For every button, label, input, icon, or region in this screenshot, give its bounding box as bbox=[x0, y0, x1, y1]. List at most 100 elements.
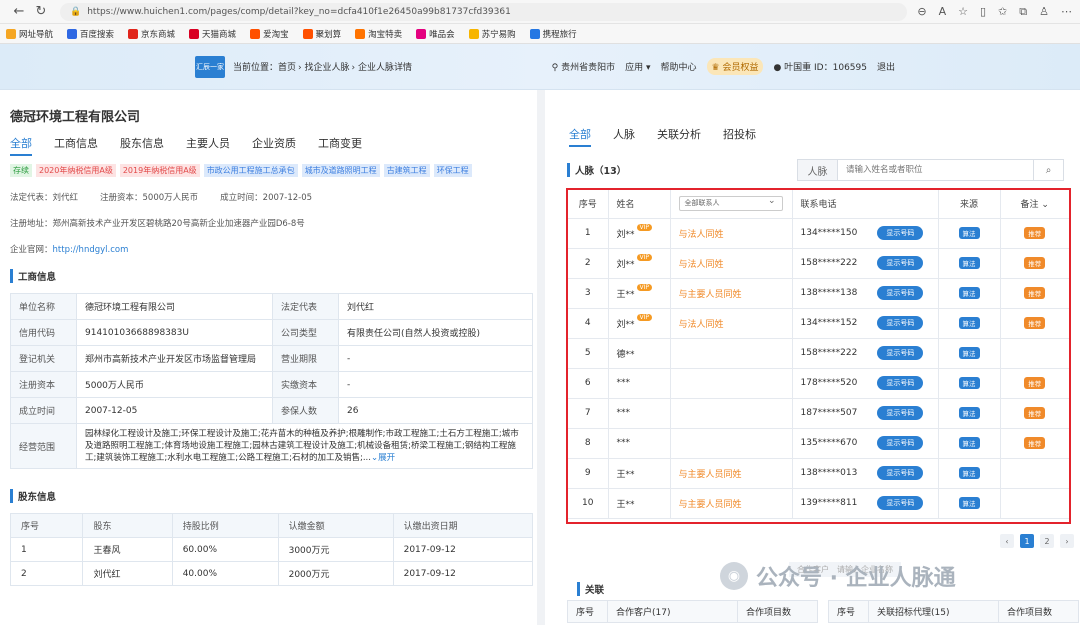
shareholder-cell: 1 bbox=[9, 537, 84, 562]
show-number-button[interactable]: 显示号码 bbox=[877, 346, 924, 360]
biz-label: 登记机关 bbox=[10, 345, 77, 372]
search-icon[interactable]: ⌕ bbox=[1033, 160, 1063, 180]
bookmark-item[interactable]: 百度搜索 bbox=[67, 28, 114, 40]
show-number-button[interactable]: 显示号码 bbox=[877, 226, 924, 240]
bookmark-item[interactable]: 淘宝特卖 bbox=[355, 28, 402, 40]
vip-benefits-button[interactable]: ♛ 会员权益 bbox=[706, 58, 764, 75]
back-icon[interactable]: ← bbox=[8, 4, 30, 19]
bookmark-item[interactable]: 唯品会 bbox=[416, 28, 455, 40]
profile-icon[interactable]: ♙ bbox=[1039, 5, 1049, 19]
page-button[interactable]: 1 bbox=[1020, 534, 1034, 548]
more-icon[interactable]: ⋯ bbox=[1061, 5, 1072, 19]
phone-number: 158*****222 bbox=[800, 258, 858, 268]
bookmark-item[interactable]: 爱淘宝 bbox=[250, 28, 289, 40]
col-remark[interactable]: 备注 ⌄ bbox=[1000, 190, 1069, 219]
recommend-badge[interactable]: 推荐 bbox=[1024, 227, 1046, 239]
bookmark-item[interactable]: 京东商城 bbox=[128, 28, 175, 40]
source-algorithm-badge[interactable]: 算法 bbox=[958, 467, 980, 479]
tab-company-3[interactable]: 主要人员 bbox=[186, 135, 230, 156]
address-bar[interactable]: 🔒 https://www.huichen1.com/pages/comp/de… bbox=[60, 2, 908, 21]
shareholder-cell: 60.00% bbox=[171, 537, 279, 562]
shareholder-cell: 3000万元 bbox=[277, 537, 394, 562]
tab-contacts-3[interactable]: 招投标 bbox=[723, 126, 756, 147]
show-number-button[interactable]: 显示号码 bbox=[877, 466, 924, 480]
recommend-badge[interactable]: 推荐 bbox=[1024, 257, 1046, 269]
tab-company-2[interactable]: 股东信息 bbox=[120, 135, 164, 156]
show-number-button[interactable]: 显示号码 bbox=[877, 406, 924, 420]
prev-page-icon[interactable]: ‹ bbox=[1000, 534, 1014, 548]
biz-value: 刘代红 bbox=[338, 293, 533, 320]
split-screen-icon[interactable]: ▯ bbox=[980, 5, 986, 19]
apps-menu[interactable]: 应用 ▾ bbox=[625, 60, 650, 73]
site-logo[interactable]: 汇辰一家 bbox=[195, 55, 225, 78]
shareholder-col-header: 持股比例 bbox=[171, 513, 279, 538]
row-no: 10 bbox=[568, 488, 609, 519]
source-algorithm-badge[interactable]: 算法 bbox=[958, 287, 980, 299]
show-number-button[interactable]: 显示号码 bbox=[877, 436, 924, 450]
phone-number: 138*****138 bbox=[800, 288, 858, 298]
bookmark-item[interactable]: 聚划算 bbox=[302, 28, 341, 40]
contacts-panel: 全部人脉关联分析招投标 人脉（13） 人脉 ⌕ 序号 姓名 全部联系人 联系电话… bbox=[553, 90, 1080, 625]
read-aloud-icon[interactable]: A bbox=[939, 5, 947, 19]
breadcrumb-item-detail[interactable]: 企业人脉详情 bbox=[358, 63, 412, 73]
phone-cell: 135*****670 显示号码 bbox=[792, 428, 939, 459]
recommend-badge[interactable]: 推荐 bbox=[1024, 287, 1046, 299]
tab-company-4[interactable]: 企业资质 bbox=[252, 135, 296, 156]
source-algorithm-badge[interactable]: 算法 bbox=[958, 377, 980, 389]
contacts-search-input[interactable] bbox=[838, 160, 1033, 180]
biz-info-title: 工商信息 bbox=[10, 269, 537, 283]
table-row: 10 王** 与主要人员同姓 139*****811 显示号码 算法 bbox=[568, 488, 1069, 519]
contact-filter-select[interactable]: 全部联系人 bbox=[678, 195, 783, 212]
bookmark-item[interactable]: 苏宁易购 bbox=[468, 28, 516, 40]
show-number-button[interactable]: 显示号码 bbox=[877, 316, 924, 330]
phone-number: 187*****507 bbox=[800, 408, 858, 418]
website-link[interactable]: http://hndgyl.com bbox=[53, 245, 129, 255]
zoom-icon[interactable]: ⊖ bbox=[917, 5, 926, 19]
col-no: 序号 bbox=[568, 190, 609, 219]
breadcrumb-item-find[interactable]: 找企业人脉 bbox=[304, 63, 349, 73]
col-name: 姓名 bbox=[608, 190, 671, 219]
recommend-badge[interactable]: 推荐 bbox=[1024, 437, 1046, 449]
expand-scope-link[interactable]: ⌄展开 bbox=[371, 453, 395, 463]
recommend-badge[interactable]: 推荐 bbox=[1024, 377, 1046, 389]
bookmark-item[interactable]: 网址导航 bbox=[6, 28, 53, 40]
tab-contacts-2[interactable]: 关联分析 bbox=[657, 126, 701, 147]
logout-link[interactable]: 退出 bbox=[877, 60, 895, 73]
next-page-icon[interactable]: › bbox=[1060, 534, 1074, 548]
shareholder-col-header: 序号 bbox=[9, 513, 84, 538]
source-algorithm-badge[interactable]: 算法 bbox=[958, 317, 980, 329]
show-number-button[interactable]: 显示号码 bbox=[877, 286, 924, 300]
tab-company-1[interactable]: 工商信息 bbox=[54, 135, 98, 156]
row-no: 7 bbox=[568, 398, 609, 429]
tab-contacts-1[interactable]: 人脉 bbox=[613, 126, 635, 147]
tab-company-0[interactable]: 全部 bbox=[10, 135, 32, 156]
recommend-badge[interactable]: 推荐 bbox=[1024, 407, 1046, 419]
site-header: 汇辰一家 当前位置：首页 › 找企业人脉 › 企业人脉详情 ⚲ 贵州省贵阳市 应用 … bbox=[0, 44, 1080, 90]
search-type-label[interactable]: 人脉 bbox=[798, 160, 838, 180]
source-algorithm-badge[interactable]: 算法 bbox=[958, 437, 980, 449]
tab-company-5[interactable]: 工商变更 bbox=[318, 135, 362, 156]
bookmark-item[interactable]: 天猫商城 bbox=[189, 28, 236, 40]
page-button[interactable]: 2 bbox=[1040, 534, 1054, 548]
favorite-star-icon[interactable]: ☆ bbox=[958, 5, 968, 19]
tab-contacts-0[interactable]: 全部 bbox=[569, 126, 591, 147]
user-info[interactable]: ● 叶国重 ID：106595 bbox=[773, 60, 867, 73]
favorites-icon[interactable]: ✩ bbox=[998, 5, 1007, 19]
show-number-button[interactable]: 显示号码 bbox=[877, 496, 924, 510]
bookmark-item[interactable]: 携程旅行 bbox=[529, 28, 577, 40]
show-number-button[interactable]: 显示号码 bbox=[877, 376, 924, 390]
source-cell: 算法 bbox=[938, 248, 1001, 279]
source-algorithm-badge[interactable]: 算法 bbox=[958, 227, 980, 239]
source-algorithm-badge[interactable]: 算法 bbox=[958, 407, 980, 419]
show-number-button[interactable]: 显示号码 bbox=[877, 256, 924, 270]
source-algorithm-badge[interactable]: 算法 bbox=[958, 257, 980, 269]
recommend-badge[interactable]: 推荐 bbox=[1024, 317, 1046, 329]
collections-icon[interactable]: ⧉ bbox=[1019, 5, 1027, 19]
contacts-table: 序号 姓名 全部联系人 联系电话 来源 备注 ⌄ 1刘**VIP与法人同姓134… bbox=[568, 190, 1069, 519]
help-center-link[interactable]: 帮助中心 bbox=[660, 60, 696, 73]
source-algorithm-badge[interactable]: 算法 bbox=[958, 347, 980, 359]
source-algorithm-badge[interactable]: 算法 bbox=[958, 497, 980, 509]
url-text: https://www.huichen1.com/pages/comp/deta… bbox=[87, 6, 511, 17]
location-pin[interactable]: ⚲ 贵州省贵阳市 bbox=[552, 60, 615, 73]
reload-icon[interactable]: ↻ bbox=[30, 4, 52, 19]
